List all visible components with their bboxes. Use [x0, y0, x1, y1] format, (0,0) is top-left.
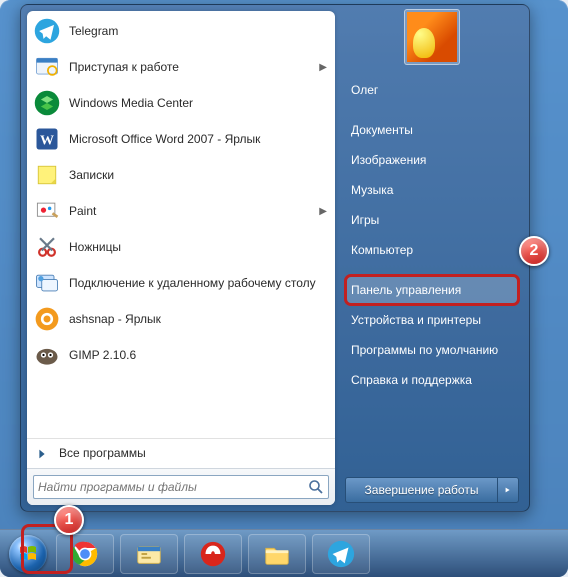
start-menu: TelegramПриступая к работе▶Windows Media… — [20, 4, 530, 512]
program-label: Записки — [69, 168, 329, 182]
taskbar-button[interactable] — [248, 534, 306, 574]
right-panel-link[interactable]: Олег — [345, 75, 519, 105]
right-panel-link[interactable]: Компьютер — [345, 235, 519, 265]
start-orb-inner — [9, 535, 47, 573]
search-box[interactable] — [33, 475, 329, 499]
submenu-arrow-icon: ▶ — [319, 206, 327, 217]
shutdown-button[interactable]: Завершение работы — [345, 477, 497, 503]
snipping-icon — [33, 233, 61, 261]
shutdown-label: Завершение работы — [365, 483, 479, 497]
program-label: Telegram — [69, 24, 329, 38]
chevron-right-icon — [33, 445, 51, 463]
sticky-notes-icon — [33, 161, 61, 189]
right-panel-link[interactable]: Справка и поддержка — [345, 365, 519, 395]
search-input[interactable] — [38, 480, 308, 494]
getting-started-icon — [33, 53, 61, 81]
right-panel-separator — [345, 265, 519, 275]
program-label: GIMP 2.10.6 — [69, 348, 329, 362]
program-item[interactable]: ashsnap - Ярлык — [27, 301, 335, 337]
right-panel-link[interactable]: Изображения — [345, 145, 519, 175]
program-label: Windows Media Center — [69, 96, 329, 110]
right-panel-link[interactable]: Устройства и принтеры — [345, 305, 519, 335]
wmc-icon — [33, 89, 61, 117]
program-item[interactable]: Paint▶ — [27, 193, 335, 229]
chrome-icon — [70, 539, 100, 569]
word-icon: W — [33, 125, 61, 153]
program-label: Приступая к работе — [69, 60, 319, 74]
right-panel-link[interactable]: Музыка — [345, 175, 519, 205]
program-item[interactable]: Ножницы — [27, 229, 335, 265]
user-avatar-frame[interactable] — [404, 9, 460, 65]
shutdown-split-button[interactable]: Завершение работы — [345, 477, 519, 503]
gimp-icon — [33, 341, 61, 369]
all-programs-label: Все программы — [59, 446, 329, 460]
folder-icon — [262, 539, 292, 569]
shutdown-options-arrow[interactable] — [497, 477, 519, 503]
right-panel-separator — [345, 105, 519, 115]
annotation-badge-2: 2 — [519, 236, 549, 266]
search-icon — [308, 479, 324, 495]
program-item[interactable]: Windows Media Center — [27, 85, 335, 121]
right-panel-link[interactable]: Программы по умолчанию — [345, 335, 519, 365]
pinned-program-list: TelegramПриступая к работе▶Windows Media… — [27, 11, 335, 438]
telegram-icon — [326, 539, 356, 569]
garena-icon — [198, 539, 228, 569]
ashsnap-icon — [33, 305, 61, 333]
program-item[interactable]: GIMP 2.10.6 — [27, 337, 335, 373]
taskbar-button[interactable] — [312, 534, 370, 574]
start-menu-left-pane: TelegramПриступая к работе▶Windows Media… — [27, 11, 335, 505]
program-label: Подключение к удаленному рабочему столу — [69, 276, 329, 290]
right-link-list: Олег ДокументыИзображенияМузыкаИгрыКомпью… — [345, 75, 519, 471]
user-avatar — [407, 12, 457, 62]
taskbar-button[interactable] — [120, 534, 178, 574]
program-item[interactable]: Записки — [27, 157, 335, 193]
paint-icon — [33, 197, 61, 225]
program-label: ashsnap - Ярлык — [69, 312, 329, 326]
taskbar-button[interactable] — [184, 534, 242, 574]
program-item[interactable]: Telegram — [27, 13, 335, 49]
program-item[interactable]: Приступая к работе▶ — [27, 49, 335, 85]
program-item[interactable]: W Microsoft Office Word 2007 - Ярлык — [27, 121, 335, 157]
rdp-icon — [33, 269, 61, 297]
svg-text:W: W — [40, 133, 54, 148]
search-row — [27, 468, 335, 505]
program-label: Ножницы — [69, 240, 329, 254]
right-panel-link[interactable]: Игры — [345, 205, 519, 235]
program-label: Paint — [69, 204, 319, 218]
program-item[interactable]: Подключение к удаленному рабочему столу — [27, 265, 335, 301]
right-panel-link[interactable]: Документы — [345, 115, 519, 145]
explorer-icon — [134, 539, 164, 569]
all-programs-button[interactable]: Все программы — [27, 438, 335, 468]
windows-logo-icon — [18, 544, 38, 564]
submenu-arrow-icon: ▶ — [319, 62, 327, 73]
start-menu-right-pane: Олег ДокументыИзображенияМузыкаИгрыКомпью… — [335, 5, 529, 511]
taskbar-button[interactable] — [56, 534, 114, 574]
taskbar — [0, 529, 568, 577]
right-panel-link[interactable]: Панель управления — [345, 275, 519, 305]
start-button[interactable] — [6, 532, 50, 576]
telegram-icon — [33, 17, 61, 45]
annotation-badge-1: 1 — [54, 505, 84, 535]
program-label: Microsoft Office Word 2007 - Ярлык — [69, 132, 329, 146]
